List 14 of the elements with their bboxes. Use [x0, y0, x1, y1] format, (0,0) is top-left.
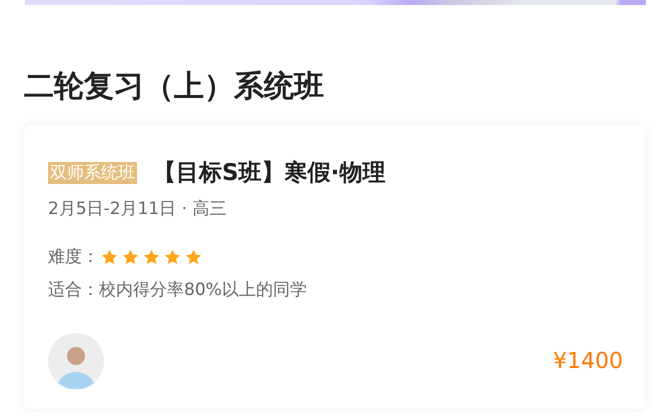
difficulty-label: 难度： [48, 246, 99, 269]
section-title: 二轮复习（上）系统班 [24, 68, 325, 106]
star-icon [185, 249, 202, 265]
star-icon [164, 249, 181, 265]
star-icon [143, 249, 160, 265]
price: ¥1400 [553, 348, 623, 374]
course-tag: 双师系统班 [48, 162, 137, 184]
course-card[interactable]: 双师系统班 【目标S班】寒假·物理 2月5日-2月11日 · 高三 难度： 适合：校内得分率80%以上的同学 ¥1400 [24, 125, 645, 409]
course-title: 【目标S班】寒假·物理 [153, 159, 386, 188]
star-icon [101, 249, 118, 265]
suitable-text: 适合：校内得分率80%以上的同学 [48, 279, 307, 302]
avatar-icon [48, 333, 104, 389]
course-schedule: 2月5日-2月11日 · 高三 [48, 198, 228, 221]
star-icon [122, 249, 139, 265]
